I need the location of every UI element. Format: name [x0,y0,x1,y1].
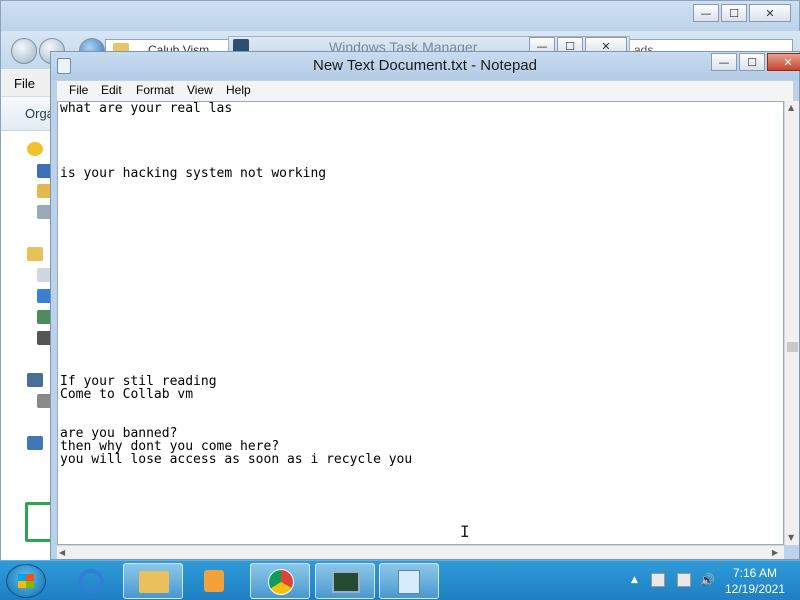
text-line [60,141,412,154]
clock-time: 7:16 AM [732,566,778,580]
text-line [60,232,412,245]
recycle-icon [25,502,53,542]
computer-icon[interactable] [27,373,43,387]
notepad-window: New Text Document.txt - Notepad — ☐ ✕ Fi… [50,51,800,560]
back-icon[interactable] [11,38,37,64]
text-line [60,258,412,271]
text-line [60,349,412,362]
text-line [60,271,412,284]
scroll-right-icon[interactable]: ▶ [772,548,778,557]
text-line [60,180,412,193]
document-text: what are your real las is your hacking sy… [60,101,413,544]
taskbar-task-manager[interactable] [315,563,375,599]
text-line [60,206,412,219]
media-player-icon [204,570,224,592]
text-line [60,336,412,349]
text-line: you will lose access as soon as i recycl… [60,452,413,467]
notepad-close-button[interactable]: ✕ [767,53,800,71]
network-icon[interactable] [27,436,43,450]
window-title: New Text Document.txt - Notepad [313,57,537,74]
notepad-menubar: File Edit Format View Help [57,81,793,101]
text-line: Come to Collab vm [60,387,194,402]
text-line [60,505,412,518]
text-line [60,466,412,479]
menu-help[interactable]: Help [226,83,251,97]
notepad-caption: New Text Document.txt - Notepad — ☐ ✕ [51,52,800,80]
notepad-icon [398,570,420,594]
network-icon[interactable] [677,573,691,587]
text-cursor-icon: I [460,522,470,541]
chrome-icon [268,569,294,595]
folder-icon [139,571,169,593]
libraries-icon[interactable] [27,247,43,261]
scroll-left-icon[interactable]: ◀ [59,548,65,557]
horizontal-scrollbar[interactable]: ◀ ▶ [57,545,784,559]
menu-file[interactable]: File [69,83,88,97]
taskbar: ▲ 🔊 7:16 AM 12/19/2021 [0,560,800,600]
navigation-pane [1,132,53,561]
action-center-icon[interactable] [651,573,665,587]
text-line [60,128,412,141]
start-button[interactable] [6,564,46,598]
explorer-caption [1,1,799,31]
menu-edit[interactable]: Edit [101,83,122,97]
text-line [60,492,412,505]
menu-view[interactable]: View [187,83,213,97]
favorites-star-icon[interactable] [27,142,43,156]
text-line: what are your real las [60,101,233,116]
text-line [60,310,412,323]
notepad-maximize-button[interactable]: ☐ [739,53,765,71]
scroll-up-icon[interactable]: ▲ [788,103,794,112]
explorer-close-button[interactable]: ✕ [749,4,791,22]
text-line [60,518,412,531]
text-editor-area[interactable]: what are your real las is your hacking sy… [57,101,784,545]
internet-explorer-icon [78,569,104,593]
text-line [60,284,412,297]
vertical-scrollbar[interactable]: ▲ ▼ [784,101,799,545]
text-line [60,115,412,128]
taskbar-media-player[interactable] [184,563,244,599]
windows-logo-icon [18,574,34,588]
taskbar-file-explorer[interactable] [123,563,183,599]
taskbar-internet-explorer[interactable] [62,563,122,599]
text-line [60,323,412,336]
task-manager-icon [332,571,360,593]
show-hidden-icons-icon[interactable]: ▲ [631,575,638,585]
explorer-maximize-button[interactable]: ☐ [721,4,747,22]
taskbar-chrome[interactable] [250,563,310,599]
taskbar-notepad[interactable] [379,563,439,599]
text-line [60,479,412,492]
explorer-caption-buttons: — ☐ ✕ [693,4,791,22]
notepad-minimize-button[interactable]: — [711,53,737,71]
text-line [60,401,412,414]
text-line [60,193,412,206]
scroll-thumb[interactable] [787,342,798,352]
text-line [60,297,412,310]
explorer-menu-file[interactable]: File [14,76,35,91]
scroll-down-icon[interactable]: ▼ [788,533,794,542]
text-line [60,219,412,232]
text-line [60,245,412,258]
text-line: is your hacking system not working [60,166,327,181]
clock[interactable]: 7:16 AM 12/19/2021 [710,565,800,597]
menu-format[interactable]: Format [136,83,174,97]
clock-date: 12/19/2021 [724,582,786,596]
notepad-caption-buttons: — ☐ ✕ [711,53,800,71]
explorer-minimize-button[interactable]: — [693,4,719,22]
